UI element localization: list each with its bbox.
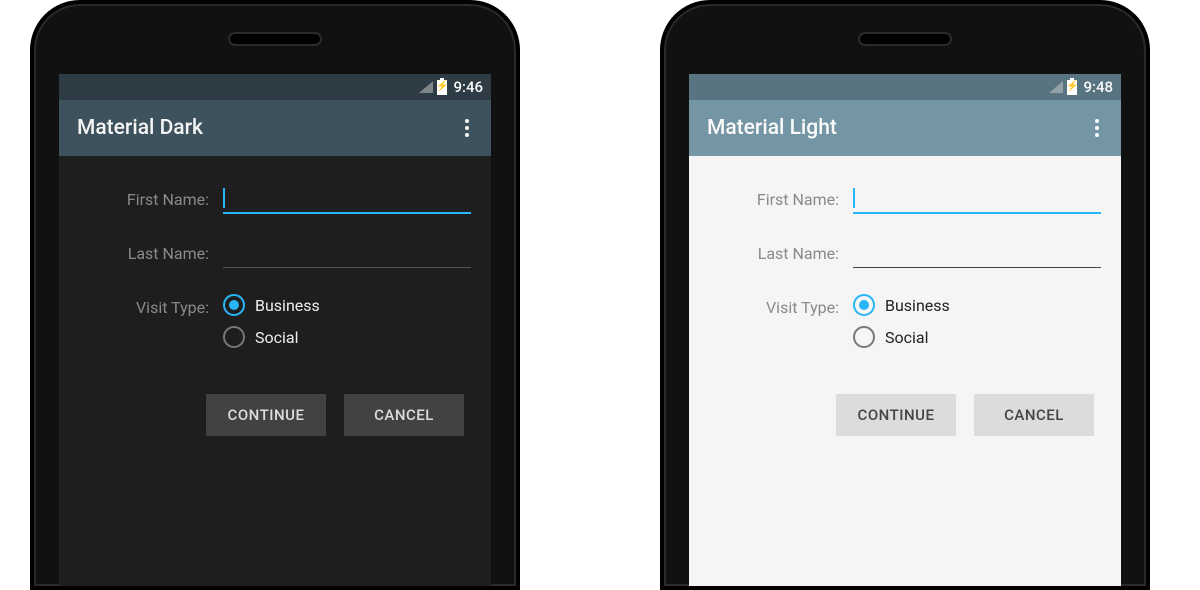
first-name-label: First Name: — [79, 186, 209, 209]
radio-business-label: Business — [255, 296, 320, 315]
app-title: Material Dark — [77, 116, 203, 140]
radio-button-icon — [223, 294, 245, 316]
status-icons: ⚡ — [419, 80, 447, 95]
text-cursor-icon — [853, 188, 855, 208]
phone-dark: ⚡ 9:46 Material Dark First Name: Last Na… — [30, 0, 520, 590]
battery-charging-icon: ⚡ — [437, 80, 447, 95]
status-icons: ⚡ — [1049, 80, 1077, 95]
overflow-menu-icon[interactable] — [461, 115, 473, 141]
last-name-input[interactable] — [223, 240, 471, 268]
first-name-input-wrap[interactable] — [853, 186, 1101, 214]
app-title: Material Light — [707, 116, 837, 140]
last-name-input-wrap[interactable] — [223, 240, 471, 268]
radio-button-icon — [853, 326, 875, 348]
visit-type-label: Visit Type: — [709, 294, 839, 317]
screen-dark: ⚡ 9:46 Material Dark First Name: Last Na… — [59, 74, 491, 586]
button-row: CONTINUE CANCEL — [709, 394, 1101, 436]
screen-light: ⚡ 9:48 Material Light First Name: Last N… — [689, 74, 1121, 586]
app-bar: Material Dark — [59, 100, 491, 156]
radio-social-label: Social — [255, 328, 298, 347]
button-row: CONTINUE CANCEL — [79, 394, 471, 436]
last-name-row: Last Name: — [709, 240, 1101, 268]
first-name-input[interactable] — [223, 186, 471, 214]
form-content: First Name: Last Name: Visit Type: Busin… — [59, 156, 491, 586]
visit-type-label: Visit Type: — [79, 294, 209, 317]
status-bar: ⚡ 9:48 — [689, 74, 1121, 100]
radio-business-label: Business — [885, 296, 950, 315]
phone-light: ⚡ 9:48 Material Light First Name: Last N… — [660, 0, 1150, 590]
last-name-input[interactable] — [853, 240, 1101, 268]
continue-button[interactable]: CONTINUE — [206, 394, 326, 436]
battery-charging-icon: ⚡ — [1067, 80, 1077, 95]
text-cursor-icon — [223, 188, 225, 208]
visit-type-radio-group: Business Social — [853, 294, 950, 348]
overflow-menu-icon[interactable] — [1091, 115, 1103, 141]
radio-social-label: Social — [885, 328, 928, 347]
radio-business[interactable]: Business — [853, 294, 950, 316]
radio-button-icon — [853, 294, 875, 316]
signal-icon — [419, 81, 433, 93]
first-name-row: First Name: — [79, 186, 471, 214]
first-name-label: First Name: — [709, 186, 839, 209]
signal-icon — [1049, 81, 1063, 93]
status-clock: 9:48 — [1083, 78, 1113, 96]
last-name-label: Last Name: — [79, 240, 209, 263]
radio-social[interactable]: Social — [853, 326, 950, 348]
visit-type-radio-group: Business Social — [223, 294, 320, 348]
last-name-input-wrap[interactable] — [853, 240, 1101, 268]
last-name-row: Last Name: — [79, 240, 471, 268]
form-content: First Name: Last Name: Visit Type: Busin… — [689, 156, 1121, 586]
radio-social[interactable]: Social — [223, 326, 320, 348]
last-name-label: Last Name: — [709, 240, 839, 263]
cancel-button[interactable]: CANCEL — [974, 394, 1094, 436]
first-name-input[interactable] — [853, 186, 1101, 214]
visit-type-row: Visit Type: Business Social — [709, 294, 1101, 348]
status-bar: ⚡ 9:46 — [59, 74, 491, 100]
first-name-row: First Name: — [709, 186, 1101, 214]
cancel-button[interactable]: CANCEL — [344, 394, 464, 436]
radio-business[interactable]: Business — [223, 294, 320, 316]
first-name-input-wrap[interactable] — [223, 186, 471, 214]
radio-button-icon — [223, 326, 245, 348]
status-clock: 9:46 — [453, 78, 483, 96]
continue-button[interactable]: CONTINUE — [836, 394, 956, 436]
visit-type-row: Visit Type: Business Social — [79, 294, 471, 348]
app-bar: Material Light — [689, 100, 1121, 156]
